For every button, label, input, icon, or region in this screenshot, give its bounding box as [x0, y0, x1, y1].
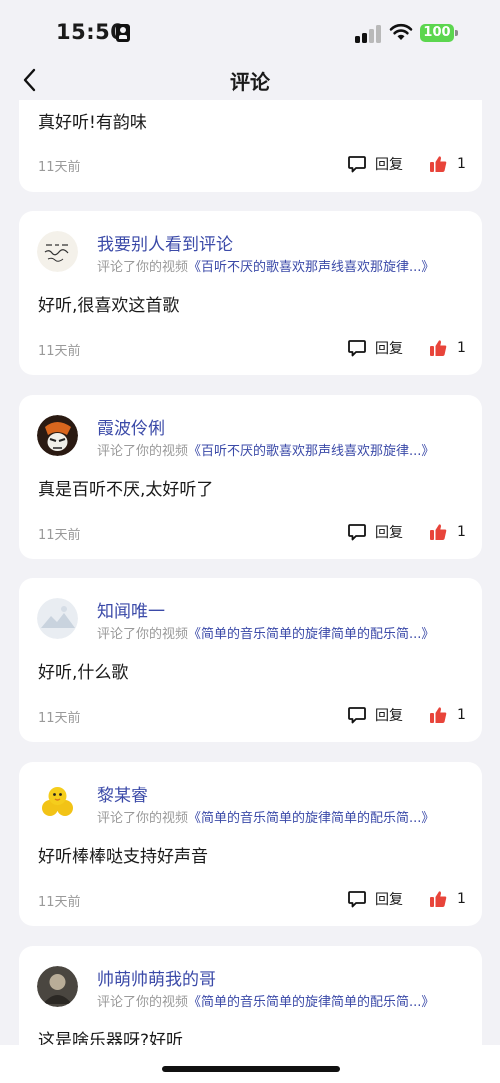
page-title: 评论 — [230, 70, 270, 94]
thumbs-up-icon — [430, 891, 447, 907]
comment-card: 我要别人看到评论 评论了你的视频《百听不厌的歌喜欢那声线喜欢那旋律...》 好听… — [19, 211, 482, 375]
comment-context: 评论了你的视频《简单的音乐简单的旋律简单的配乐简...》 — [97, 807, 434, 826]
comment-bubble-icon — [348, 707, 366, 724]
video-title-link[interactable]: 《百听不厌的歌喜欢那声线喜欢那旋律...》 — [188, 260, 434, 275]
username[interactable]: 黎某睿 — [97, 781, 148, 806]
avatar[interactable] — [37, 966, 78, 1007]
like-button[interactable]: 1 — [429, 337, 466, 359]
comment-time: 11天前 — [38, 895, 81, 910]
reply-button[interactable]: 回复 — [347, 521, 403, 543]
video-title-link[interactable]: 《简单的音乐简单的旋律简单的配乐简...》 — [188, 811, 434, 826]
comment-card: 帅萌帅萌我的哥 评论了你的视频《简单的音乐简单的旋律简单的配乐简...》 这是啥… — [19, 946, 482, 1045]
like-button[interactable]: 1 — [429, 888, 466, 910]
like-button[interactable]: 1 — [429, 153, 466, 175]
thumbs-up-icon — [430, 524, 447, 540]
bottom-safe-area — [0, 1045, 500, 1083]
context-action: 评论了你的视频 — [97, 995, 189, 1010]
context-action: 评论了你的视频 — [97, 627, 189, 642]
reply-label: 回复 — [375, 157, 403, 173]
reply-label: 回复 — [375, 341, 403, 357]
wifi-icon — [389, 23, 413, 40]
like-count: 1 — [457, 707, 466, 723]
comment-text: 好听,很喜欢这首歌 — [38, 296, 180, 316]
like-count: 1 — [457, 891, 466, 907]
comment-context: 评论了你的视频《简单的音乐简单的旋律简单的配乐简...》 — [97, 991, 434, 1010]
battery-icon: 100 — [420, 24, 454, 42]
status-bar: 15:50 100 — [0, 0, 500, 60]
context-action: 评论了你的视频 — [97, 811, 189, 826]
comment-time: 11天前 — [38, 528, 81, 543]
like-button[interactable]: 1 — [429, 521, 466, 543]
video-title-link[interactable]: 《简单的音乐简单的旋律简单的配乐简...》 — [188, 627, 434, 642]
comment-bubble-icon — [348, 524, 366, 541]
username[interactable]: 知闻唯一 — [97, 597, 165, 622]
nav-bar: 评论 — [0, 60, 500, 100]
avatar[interactable] — [37, 782, 78, 823]
video-title-link[interactable]: 《百听不厌的歌喜欢那声线喜欢那旋律...》 — [188, 444, 434, 459]
context-action: 评论了你的视频 — [97, 444, 189, 459]
comment-card: 黎某睿 评论了你的视频《简单的音乐简单的旋律简单的配乐简...》 好听棒棒哒支持… — [19, 762, 482, 926]
battery-tip — [455, 30, 458, 36]
comment-card: 霞波伶俐 评论了你的视频《百听不厌的歌喜欢那声线喜欢那旋律...》 真是百听不厌… — [19, 395, 482, 559]
comment-time: 11天前 — [38, 711, 81, 726]
comment-bubble-icon — [348, 156, 366, 173]
comment-card: 真好听!有韵味 11天前 回复 1 — [19, 100, 482, 192]
comment-text: 好听,什么歌 — [38, 663, 129, 683]
comment-text: 这是啥乐器呀?好听 — [38, 1031, 184, 1045]
reply-button[interactable]: 回复 — [347, 704, 403, 726]
home-indicator[interactable] — [162, 1066, 340, 1072]
comment-bubble-icon — [348, 891, 366, 908]
avatar[interactable] — [37, 415, 78, 456]
signal-icon — [355, 25, 381, 43]
reply-label: 回复 — [375, 892, 403, 908]
like-count: 1 — [457, 156, 466, 172]
comment-text: 真好听!有韵味 — [38, 113, 147, 133]
avatar[interactable] — [37, 598, 78, 639]
thumbs-up-icon — [430, 707, 447, 723]
comment-card: 知闻唯一 评论了你的视频《简单的音乐简单的旋律简单的配乐简...》 好听,什么歌… — [19, 578, 482, 742]
comment-context: 评论了你的视频《百听不厌的歌喜欢那声线喜欢那旋律...》 — [97, 256, 434, 275]
comment-text: 真是百听不厌,太好听了 — [38, 480, 214, 500]
status-time: 15:50 — [56, 20, 126, 44]
username[interactable]: 霞波伶俐 — [97, 414, 165, 439]
reply-label: 回复 — [375, 708, 403, 724]
reply-button[interactable]: 回复 — [347, 337, 403, 359]
reply-button[interactable]: 回复 — [347, 888, 403, 910]
username[interactable]: 我要别人看到评论 — [97, 230, 233, 255]
thumbs-up-icon — [430, 156, 447, 172]
video-title-link[interactable]: 《简单的音乐简单的旋律简单的配乐简...》 — [188, 995, 434, 1010]
like-count: 1 — [457, 340, 466, 356]
comment-context: 评论了你的视频《简单的音乐简单的旋律简单的配乐简...》 — [97, 623, 434, 642]
reply-button[interactable]: 回复 — [347, 153, 403, 175]
comment-time: 11天前 — [38, 160, 81, 175]
avatar[interactable] — [37, 231, 78, 272]
thumbs-up-icon — [430, 340, 447, 356]
comment-time: 11天前 — [38, 344, 81, 359]
like-count: 1 — [457, 524, 466, 540]
reply-label: 回复 — [375, 525, 403, 541]
context-action: 评论了你的视频 — [97, 260, 189, 275]
comment-text: 好听棒棒哒支持好声音 — [38, 847, 208, 867]
comment-bubble-icon — [348, 340, 366, 357]
id-card-icon — [116, 24, 130, 42]
username[interactable]: 帅萌帅萌我的哥 — [97, 965, 216, 990]
comment-context: 评论了你的视频《百听不厌的歌喜欢那声线喜欢那旋律...》 — [97, 440, 434, 459]
like-button[interactable]: 1 — [429, 704, 466, 726]
comment-feed[interactable]: 真好听!有韵味 11天前 回复 1 我要别人看到评论 评论了你的视频《百听不厌的… — [0, 100, 500, 1045]
